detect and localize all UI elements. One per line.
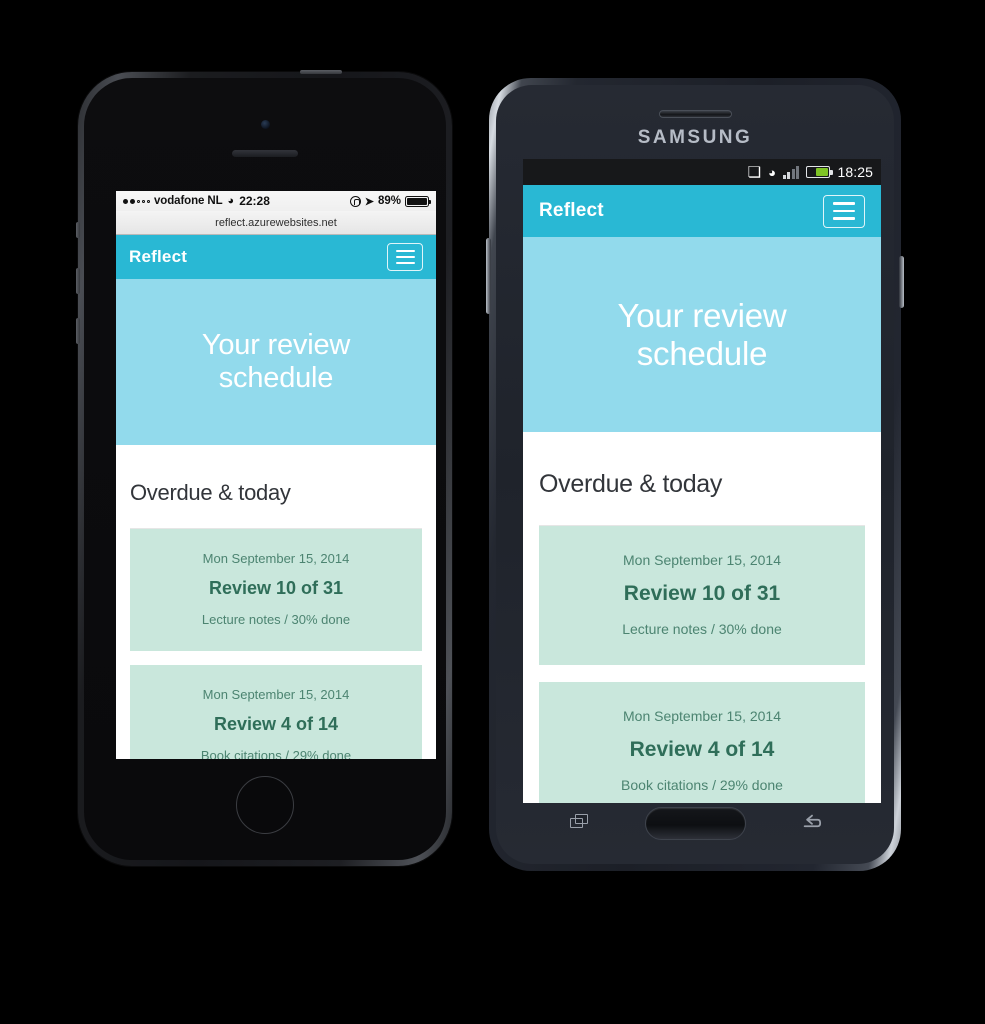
iphone-device: vodafone NL ◕ 22:28 ➤ 89% reflect.azurew… [76, 70, 452, 866]
reflect-app-iphone: Reflect Your review schedule Overdue & t… [116, 235, 436, 759]
hero-banner: Your review schedule [523, 237, 881, 432]
wifi-icon: ◕ [227, 195, 235, 207]
battery-icon [405, 195, 431, 207]
reflect-app-android: Reflect Your review schedule Overdue & t… [523, 185, 881, 803]
hero-banner: Your review schedule [116, 279, 436, 445]
carrier-label: vodafone NL [154, 195, 223, 207]
app-content: Overdue & today Mon September 15, 2014 R… [116, 445, 436, 759]
iphone-bezel: vodafone NL ◕ 22:28 ➤ 89% reflect.azurew… [84, 78, 446, 860]
review-card[interactable]: Mon September 15, 2014 Review 4 of 14 Bo… [539, 682, 865, 803]
review-meta: Book citations / 29% done [621, 777, 783, 793]
cell-signal-dots-icon [123, 198, 150, 204]
review-meta: Lecture notes / 30% done [201, 612, 351, 627]
samsung-screen: ❏ ◕ 18:25 Reflect Your review schedule O… [523, 159, 881, 803]
review-title: Review 4 of 14 [629, 738, 775, 761]
battery-icon [806, 166, 833, 178]
iphone-home-button[interactable] [236, 776, 294, 834]
app-brand[interactable]: Reflect [539, 200, 604, 222]
location-arrow-icon: ➤ [364, 195, 374, 208]
power-button[interactable] [300, 70, 342, 74]
volume-down-button[interactable] [76, 318, 80, 344]
ios-clock: 22:28 [239, 194, 270, 208]
browser-url-bar[interactable]: reflect.azurewebsites.net [116, 211, 436, 235]
earpiece-speaker-icon [232, 150, 298, 157]
samsung-logo: SAMSUNG [637, 127, 753, 148]
app-navbar: Reflect [116, 235, 436, 279]
review-date: Mon September 15, 2014 [623, 552, 781, 568]
review-card[interactable]: Mon September 15, 2014 Review 10 of 31 L… [130, 529, 422, 651]
review-date: Mon September 15, 2014 [202, 687, 350, 702]
hero-line-2: schedule [636, 334, 768, 372]
app-navbar: Reflect [523, 185, 881, 237]
review-meta: Lecture notes / 30% done [622, 621, 782, 637]
samsung-device: SAMSUNG ❏ ◕ 18:25 Reflect Your review sc… [486, 78, 904, 871]
android-nav-bar [496, 792, 894, 854]
samsung-bezel: SAMSUNG ❏ ◕ 18:25 Reflect Your review sc… [496, 85, 894, 864]
hamburger-menu-icon[interactable] [823, 194, 865, 228]
iphone-screen: vodafone NL ◕ 22:28 ➤ 89% reflect.azurew… [116, 191, 436, 759]
hero-line-1: Your review [201, 328, 351, 361]
review-card[interactable]: Mon September 15, 2014 Review 4 of 14 Bo… [130, 665, 422, 759]
section-title: Overdue & today [130, 480, 291, 505]
url-text: reflect.azurewebsites.net [215, 216, 337, 229]
back-icon[interactable] [802, 814, 822, 832]
app-brand[interactable]: Reflect [129, 247, 187, 267]
review-meta: Book citations / 29% done [200, 748, 352, 759]
rotation-lock-icon [349, 195, 361, 207]
earpiece-speaker-icon [659, 110, 732, 118]
volume-button[interactable] [486, 238, 491, 314]
review-card[interactable]: Mon September 15, 2014 Review 10 of 31 L… [539, 526, 865, 665]
hero-line-1: Your review [617, 296, 787, 334]
android-clock: 18:25 [837, 164, 873, 180]
review-date: Mon September 15, 2014 [623, 708, 781, 724]
review-title: Review 10 of 31 [208, 578, 344, 598]
review-date: Mon September 15, 2014 [202, 551, 350, 566]
battery-percent-label: 89% [377, 195, 401, 207]
hero-title: Your review schedule [617, 297, 786, 373]
section-title: Overdue & today [539, 470, 723, 498]
review-title: Review 10 of 31 [623, 582, 781, 605]
recents-icon[interactable] [570, 814, 589, 830]
hero-line-2: schedule [218, 362, 334, 394]
hero-title: Your review schedule [202, 329, 350, 396]
ios-status-bar: vodafone NL ◕ 22:28 ➤ 89% [116, 191, 436, 211]
review-title: Review 4 of 14 [213, 714, 339, 734]
volume-up-button[interactable] [76, 268, 80, 294]
cell-signal-icon [782, 165, 800, 179]
wifi-icon: ◕ [768, 164, 776, 180]
app-content: Overdue & today Mon September 15, 2014 R… [523, 432, 881, 803]
hamburger-menu-icon[interactable] [387, 243, 423, 271]
ringer-switch[interactable] [76, 222, 80, 238]
android-home-button[interactable] [644, 806, 746, 840]
android-status-bar: ❏ ◕ 18:25 [523, 159, 881, 185]
bluetooth-icon: ❏ [747, 163, 762, 181]
front-camera-icon [260, 120, 270, 129]
power-button[interactable] [899, 256, 904, 308]
